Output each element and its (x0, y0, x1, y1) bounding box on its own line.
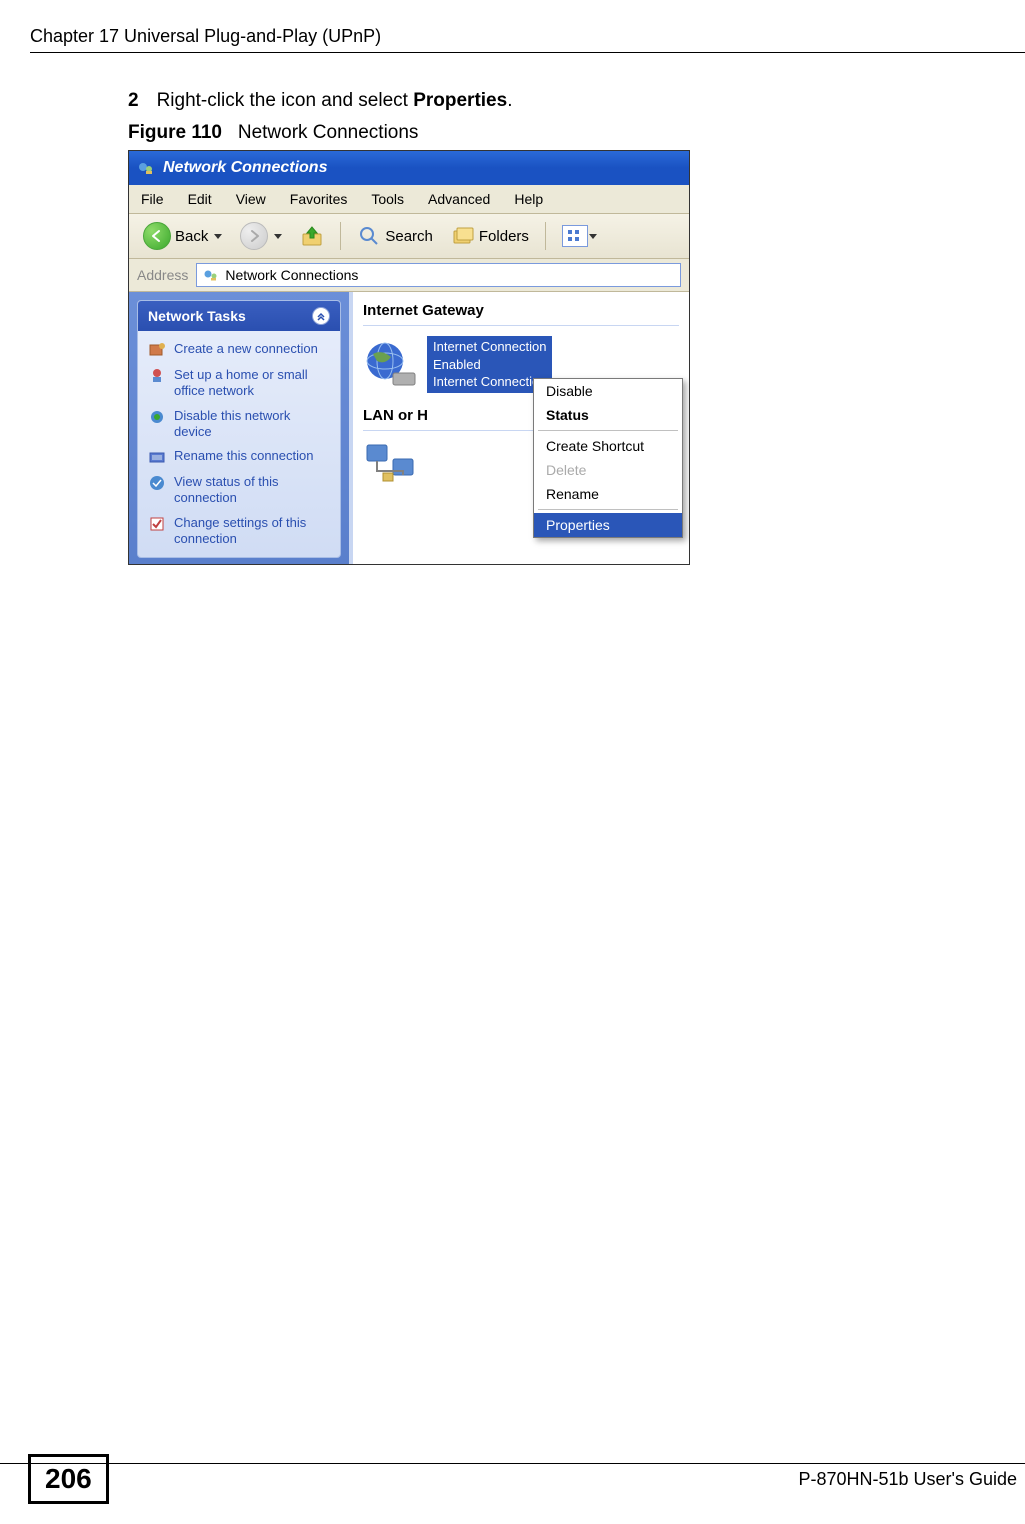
settings-icon (148, 515, 166, 533)
context-menu-status[interactable]: Status (534, 403, 682, 427)
group-internet-gateway: Internet Gateway (363, 300, 679, 326)
globe-icon (363, 339, 419, 389)
client-area: Network Tasks Create a new connection (129, 292, 689, 564)
titlebar[interactable]: Network Connections (129, 151, 689, 185)
figure-caption: Figure 110 Network Connections (128, 122, 978, 144)
menu-advanced[interactable]: Advanced (422, 189, 496, 209)
toolbar-separator (340, 222, 341, 250)
home-network-icon (148, 367, 166, 385)
search-button[interactable]: Search (351, 222, 439, 250)
menu-view[interactable]: View (230, 189, 272, 209)
header-rule (30, 52, 1025, 53)
task-change-settings[interactable]: Change settings of this connection (148, 511, 330, 552)
figure-caption-text: Network Connections (238, 122, 419, 143)
back-icon (143, 222, 171, 250)
folder-up-icon (300, 224, 324, 248)
address-field[interactable]: Network Connections (196, 263, 681, 287)
network-tasks-panel: Network Tasks Create a new connection (137, 300, 341, 558)
new-connection-icon (148, 341, 166, 359)
figure-label: Figure 110 (128, 122, 222, 143)
search-label: Search (385, 228, 433, 245)
task-label: Set up a home or small office network (174, 367, 330, 400)
step-text-before: Right-click the icon and select (157, 90, 414, 111)
step-text-bold: Properties (413, 90, 507, 111)
back-button[interactable]: Back (137, 220, 228, 252)
up-button[interactable] (294, 222, 330, 250)
panel-body: Create a new connection Set up a home or… (138, 331, 340, 557)
conn-line3: Internet Connection (433, 373, 546, 391)
task-label: Change settings of this connection (174, 515, 330, 548)
task-label: Create a new connection (174, 341, 318, 357)
page-number: 206 (28, 1454, 109, 1504)
context-menu: Disable Status Create Shortcut Delete Re… (533, 378, 683, 538)
disable-device-icon (148, 408, 166, 426)
chevron-down-icon (274, 234, 282, 239)
menubar: File Edit View Favorites Tools Advanced … (129, 185, 689, 214)
status-icon (148, 474, 166, 492)
chapter-title: Chapter 17 Universal Plug-and-Play (UPnP… (30, 26, 381, 47)
page-footer: 206 P-870HN-51b User's Guide (0, 1454, 1025, 1504)
task-label: Rename this connection (174, 448, 313, 464)
folders-button[interactable]: Folders (445, 222, 535, 250)
toolbar: Back (129, 214, 689, 259)
sidebar: Network Tasks Create a new connection (129, 292, 349, 564)
context-menu-properties[interactable]: Properties (534, 513, 682, 537)
forward-button[interactable] (234, 220, 288, 252)
menu-favorites[interactable]: Favorites (284, 189, 354, 209)
context-menu-separator (538, 509, 678, 510)
panel-header[interactable]: Network Tasks (138, 301, 340, 331)
context-menu-create-shortcut[interactable]: Create Shortcut (534, 434, 682, 458)
menu-file[interactable]: File (135, 189, 170, 209)
context-menu-rename[interactable]: Rename (534, 482, 682, 506)
forward-icon (240, 222, 268, 250)
step-number: 2 (128, 90, 139, 111)
task-rename-connection[interactable]: Rename this connection (148, 444, 330, 470)
menu-help[interactable]: Help (508, 189, 549, 209)
address-bar: Address Network Connections (129, 259, 689, 292)
step-instruction: 2 Right-click the icon and select Propert… (128, 90, 978, 112)
context-menu-separator (538, 430, 678, 431)
conn-line1: Internet Connection (433, 338, 546, 356)
network-connections-icon (137, 159, 155, 177)
task-label: View status of this connection (174, 474, 330, 507)
task-disable-device[interactable]: Disable this network device (148, 404, 330, 445)
page-header: Chapter 17 Universal Plug-and-Play (UPnP… (30, 26, 1025, 47)
collapse-icon[interactable] (312, 307, 330, 325)
rename-icon (148, 448, 166, 466)
network-connections-icon (203, 267, 219, 283)
document-page: Chapter 17 Universal Plug-and-Play (UPnP… (0, 0, 1025, 1524)
guide-name: P-870HN-51b User's Guide (798, 1469, 1017, 1490)
address-label: Address (137, 267, 188, 283)
views-button[interactable] (556, 223, 606, 249)
menu-edit[interactable]: Edit (182, 189, 218, 209)
lan-icon (363, 441, 419, 487)
menu-tools[interactable]: Tools (365, 189, 410, 209)
search-icon (357, 224, 381, 248)
folders-label: Folders (479, 228, 529, 245)
chevron-down-icon (214, 234, 222, 239)
toolbar-separator (545, 222, 546, 250)
views-icon (562, 225, 588, 247)
task-view-status[interactable]: View status of this connection (148, 470, 330, 511)
screenshot-window: Network Connections File Edit View Favor… (128, 150, 690, 565)
panel-title: Network Tasks (148, 308, 246, 324)
step-text-after: . (507, 90, 512, 111)
conn-line2: Enabled (433, 356, 546, 374)
main-pane: Internet Gateway Internet Connection Ena… (349, 292, 689, 564)
task-create-connection[interactable]: Create a new connection (148, 337, 330, 363)
window-title: Network Connections (163, 159, 327, 177)
body-content: 2 Right-click the icon and select Propert… (128, 90, 978, 565)
folders-icon (451, 224, 475, 248)
back-label: Back (175, 228, 208, 245)
context-menu-delete: Delete (534, 458, 682, 482)
task-setup-network[interactable]: Set up a home or small office network (148, 363, 330, 404)
address-value: Network Connections (225, 267, 358, 283)
task-label: Disable this network device (174, 408, 330, 441)
context-menu-disable[interactable]: Disable (534, 379, 682, 403)
